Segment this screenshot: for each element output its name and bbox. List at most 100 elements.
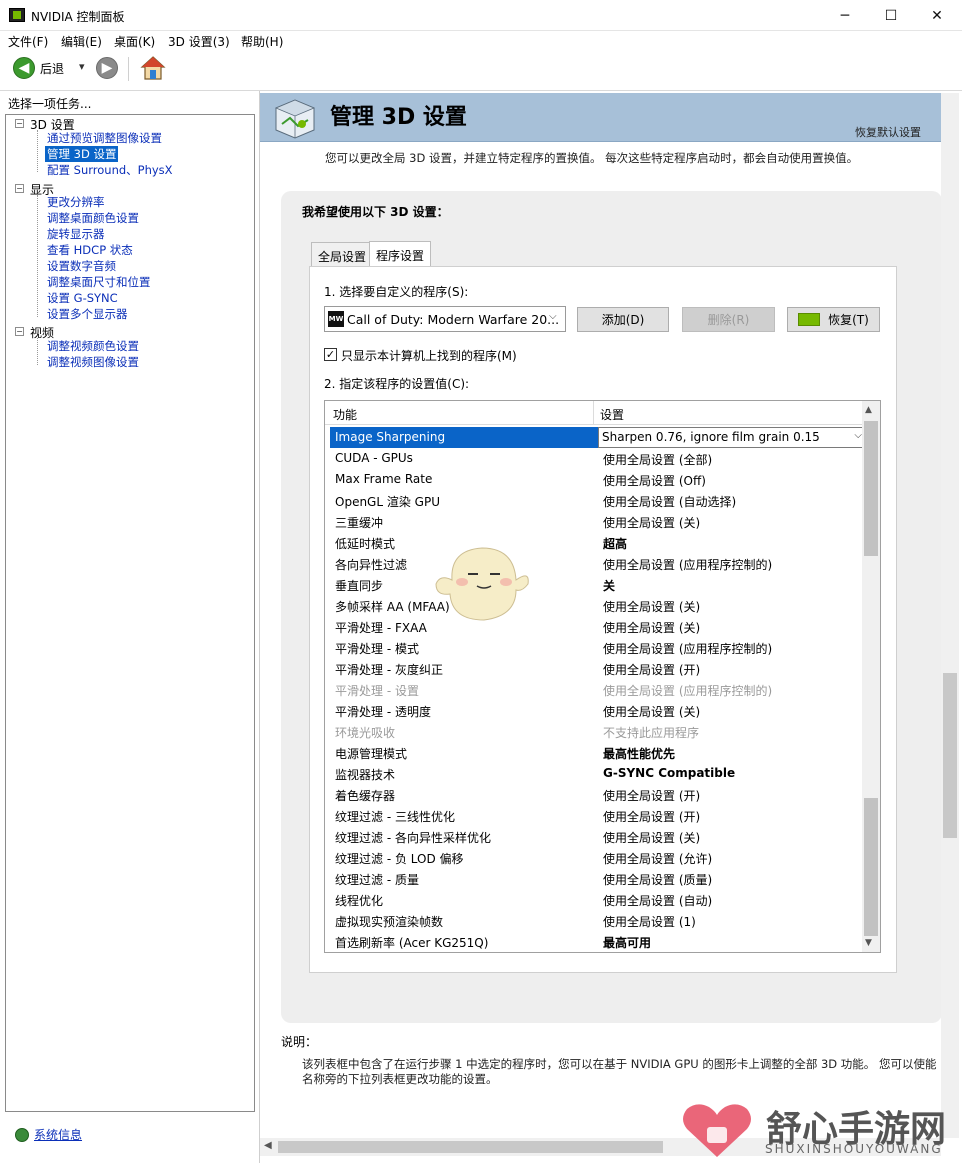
grid-row[interactable]: 环境光吸收 不支持此应用程序 [330,721,867,742]
grid-row[interactable]: 首选刷新率 (Acer KG251Q) 最高可用 [330,931,867,952]
grid-row[interactable]: 各向异性过滤 使用全局设置 (应用程序控制的) [330,553,867,574]
setting-cell[interactable]: 使用全局设置 (自动) [603,892,712,909]
maximize-button[interactable]: ☐ [868,0,914,31]
grid-row[interactable]: 纹理过滤 - 负 LOD 偏移 使用全局设置 (允许) [330,847,867,868]
grid-row[interactable]: Max Frame Rate 使用全局设置 (Off) [330,469,867,490]
restore-button[interactable]: 恢复(T) [787,307,880,332]
grid-row[interactable]: OpenGL 渲染 GPU 使用全局设置 (自动选择) [330,490,867,511]
grid-row[interactable]: 平滑处理 - 透明度 使用全局设置 (关) [330,700,867,721]
tree-collapse-icon[interactable]: − [15,327,24,336]
setting-cell[interactable]: 最高性能优先 [603,745,675,762]
grid-row[interactable]: CUDA - GPUs 使用全局设置 (全部) [330,448,867,469]
grid-row[interactable]: 平滑处理 - 灰度纠正 使用全局设置 (开) [330,658,867,679]
setting-cell[interactable]: 使用全局设置 (关) [603,514,700,531]
tree-item-digital-audio[interactable]: 设置数字音频 [47,258,116,274]
menu-file[interactable]: 文件(F) [8,33,48,50]
scroll-up-icon[interactable]: ▲ [865,405,872,415]
setting-cell[interactable]: 超高 [603,535,627,552]
tree-collapse-icon[interactable]: − [15,119,24,128]
page-scrollbar[interactable] [941,93,959,1138]
tree-item-desktop-color[interactable]: 调整桌面颜色设置 [47,210,139,226]
close-button[interactable]: ✕ [914,0,960,31]
show-found-programs-label[interactable]: 只显示本计算机上找到的程序(M) [341,347,517,364]
grid-row[interactable]: 多帧采样 AA (MFAA) 使用全局设置 (关) [330,595,867,616]
grid-row[interactable]: 虚拟现实预渲染帧数 使用全局设置 (1) [330,910,867,931]
restore-defaults-link[interactable]: 恢复默认设置 [855,124,921,140]
tree-item-gsync[interactable]: 设置 G-SYNC [47,290,118,306]
setting-cell[interactable]: 使用全局设置 (关) [603,703,700,720]
tree-item-rotate-display[interactable]: 旋转显示器 [47,226,105,242]
setting-cell[interactable]: 使用全局设置 (1) [603,913,696,930]
grid-row[interactable]: 平滑处理 - FXAA 使用全局设置 (关) [330,616,867,637]
setting-cell[interactable]: 使用全局设置 (关) [603,619,700,636]
column-divider[interactable] [593,401,594,425]
tree-item-change-resolution[interactable]: 更改分辨率 [47,194,105,210]
setting-cell[interactable]: 使用全局设置 (开) [603,661,700,678]
setting-cell[interactable]: 使用全局设置 (应用程序控制的) [603,556,772,573]
setting-cell[interactable]: 使用全局设置 (关) [603,598,700,615]
back-dropdown-icon[interactable]: ▾ [79,60,85,73]
tree-item-multiple-displays[interactable]: 设置多个显示器 [47,306,128,322]
tree-item-video-color[interactable]: 调整视频颜色设置 [47,338,139,354]
tree-item-manage-3d[interactable]: 管理 3D 设置 [45,146,119,162]
grid-row[interactable]: 监视器技术 G-SYNC Compatible [330,763,867,784]
menu-3d-settings[interactable]: 3D 设置(3) [168,33,230,50]
show-found-programs-checkbox[interactable]: ✓ [324,348,337,361]
tree-item-hdcp-status[interactable]: 查看 HDCP 状态 [47,242,133,258]
setting-cell[interactable]: 使用全局设置 (Off) [603,472,706,489]
setting-cell[interactable]: 使用全局设置 (开) [603,787,700,804]
setting-cell[interactable]: 使用全局设置 (质量) [603,871,712,888]
back-button-label[interactable]: 后退 [40,60,64,77]
add-button[interactable]: 添加(D) [577,307,669,332]
tree-item-preview-image[interactable]: 通过预览调整图像设置 [47,130,162,146]
setting-cell[interactable]: 使用全局设置 (自动选择) [603,493,736,510]
forward-arrow-icon[interactable]: ▶ [96,57,118,79]
grid-row[interactable]: Image Sharpening Sharpen 0.76, ignore fil… [330,427,867,448]
grid-row[interactable]: 纹理过滤 - 三线性优化 使用全局设置 (开) [330,805,867,826]
menu-edit[interactable]: 编辑(E) [61,33,102,50]
grid-row[interactable]: 垂直同步 关 [330,574,867,595]
grid-scrollbar[interactable]: ▲ ▼ [862,401,880,952]
setting-cell[interactable]: 使用全局设置 (开) [603,808,700,825]
chevron-down-icon[interactable]: ⌵ [854,430,862,441]
tab-program-settings[interactable]: 程序设置 [369,241,432,267]
grid-row[interactable]: 纹理过滤 - 各向异性采样优化 使用全局设置 (关) [330,826,867,847]
scroll-down-icon[interactable]: ▼ [865,938,872,948]
tab-global-settings[interactable]: 全局设置 [311,242,374,267]
grid-row[interactable]: 平滑处理 - 模式 使用全局设置 (应用程序控制的) [330,637,867,658]
tree-collapse-icon[interactable]: − [15,184,24,193]
tree-item-surround-physx[interactable]: 配置 Surround、PhysX [47,162,173,178]
setting-cell[interactable]: 最高可用 [603,934,651,951]
minimize-button[interactable]: ─ [822,0,868,31]
grid-row[interactable]: 三重缓冲 使用全局设置 (关) [330,511,867,532]
setting-cell[interactable]: 不支持此应用程序 [603,724,699,741]
back-arrow-icon[interactable]: ◀ [13,57,35,79]
chevron-down-icon[interactable]: ⌵ [549,311,557,322]
scroll-thumb[interactable] [864,421,878,556]
setting-cell[interactable]: 使用全局设置 (应用程序控制的) [603,640,772,657]
tree-item-desktop-size[interactable]: 调整桌面尺寸和位置 [47,274,151,290]
column-header-feature[interactable]: 功能 [333,406,357,423]
system-info-link[interactable]: 系统信息 [34,1126,82,1143]
grid-row[interactable]: 着色缓存器 使用全局设置 (开) [330,784,867,805]
column-header-setting[interactable]: 设置 [600,406,624,423]
setting-dropdown[interactable]: Sharpen 0.76, ignore film grain 0.15 ⌵ [598,427,867,448]
grid-row[interactable]: 平滑处理 - 设置 使用全局设置 (应用程序控制的) [330,679,867,700]
grid-row[interactable]: 纹理过滤 - 质量 使用全局设置 (质量) [330,868,867,889]
home-icon[interactable] [140,55,166,81]
grid-row[interactable]: 线程优化 使用全局设置 (自动) [330,889,867,910]
setting-cell[interactable]: 使用全局设置 (全部) [603,451,712,468]
pane-splitter[interactable] [259,91,260,1163]
tree-item-video-image[interactable]: 调整视频图像设置 [47,354,139,370]
setting-cell[interactable]: 使用全局设置 (关) [603,829,700,846]
setting-cell[interactable]: G-SYNC Compatible [603,766,735,780]
menu-desktop[interactable]: 桌面(K) [114,33,155,50]
setting-cell[interactable]: 使用全局设置 (允许) [603,850,712,867]
hscroll-thumb[interactable] [278,1141,663,1153]
grid-row[interactable]: 低延时模式 超高 [330,532,867,553]
setting-cell[interactable]: 使用全局设置 (应用程序控制的) [603,682,772,699]
system-info-icon[interactable] [15,1128,29,1142]
grid-row[interactable]: 电源管理模式 最高性能优先 [330,742,867,763]
menu-help[interactable]: 帮助(H) [241,33,283,50]
setting-cell[interactable]: 关 [603,577,615,594]
